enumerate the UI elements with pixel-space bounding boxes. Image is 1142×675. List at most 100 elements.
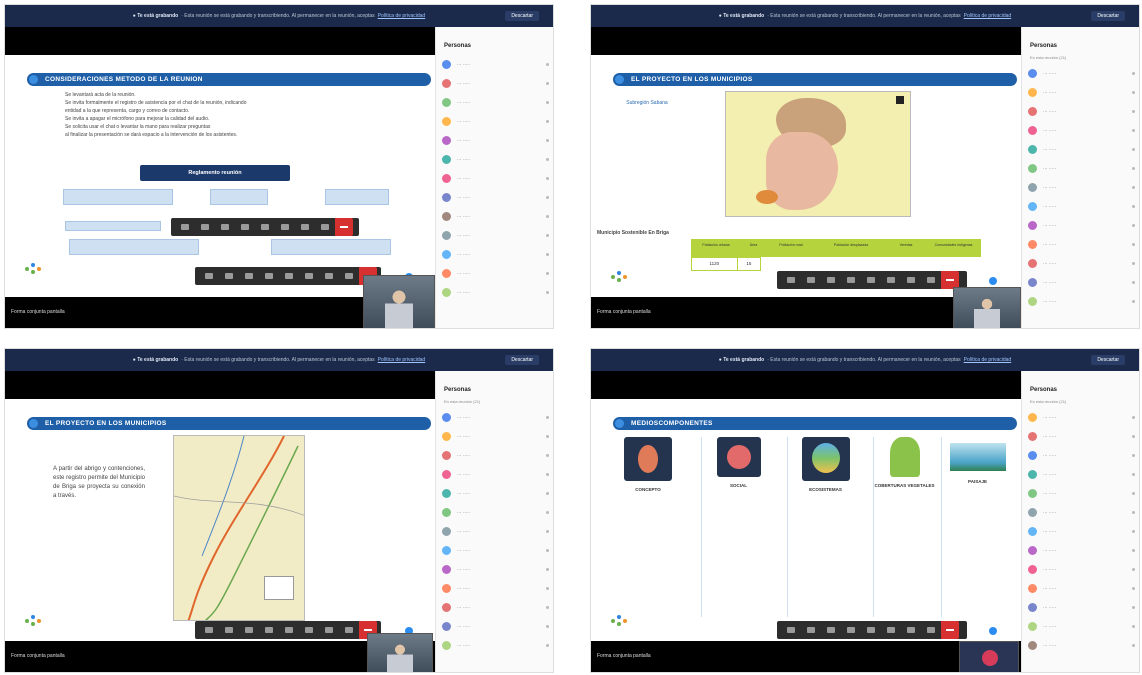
camera-thumbnail[interactable] bbox=[363, 275, 435, 328]
participant-row[interactable]: ··· ····· bbox=[442, 560, 549, 579]
camera-thumbnail[interactable] bbox=[953, 287, 1021, 328]
participant-row[interactable]: ··· ····· bbox=[1028, 121, 1135, 140]
participant-row[interactable]: ··· ····· bbox=[1028, 598, 1135, 617]
participant-row[interactable]: ··· ····· bbox=[1028, 427, 1135, 446]
participant-row[interactable]: ··· ····· bbox=[1028, 235, 1135, 254]
participant-row[interactable]: ··· ····· bbox=[1028, 102, 1135, 121]
dismiss-button[interactable]: Descartar bbox=[1091, 355, 1125, 365]
control-icon[interactable] bbox=[345, 273, 353, 279]
reaction-icon[interactable] bbox=[989, 627, 997, 635]
participant-row[interactable]: ··· ····· bbox=[442, 93, 549, 112]
participant-row[interactable]: ··· ····· bbox=[1028, 64, 1135, 83]
participant-row[interactable]: ··· ····· bbox=[442, 617, 549, 636]
control-icon[interactable] bbox=[285, 627, 293, 633]
control-icon[interactable] bbox=[847, 277, 855, 283]
meeting-controls[interactable] bbox=[777, 271, 967, 289]
privacy-link[interactable]: Política de privacidad bbox=[964, 13, 1012, 19]
participant-row[interactable]: ··· ····· bbox=[1028, 579, 1135, 598]
control-icon[interactable] bbox=[345, 627, 353, 633]
privacy-link[interactable]: Política de privacidad bbox=[378, 357, 426, 363]
toolbar-icon[interactable] bbox=[281, 224, 289, 230]
participant-row[interactable]: ··· ····· bbox=[1028, 159, 1135, 178]
participant-row[interactable]: ··· ····· bbox=[1028, 178, 1135, 197]
meeting-controls[interactable] bbox=[195, 267, 381, 285]
participant-row[interactable]: ··· ····· bbox=[1028, 292, 1135, 311]
toolbar-icon[interactable] bbox=[241, 224, 249, 230]
participant-row[interactable]: ··· ····· bbox=[1028, 541, 1135, 560]
participant-row[interactable]: ··· ····· bbox=[1028, 636, 1135, 655]
control-icon[interactable] bbox=[827, 627, 835, 633]
participant-row[interactable]: ··· ····· bbox=[442, 408, 549, 427]
participant-row[interactable]: ··· ····· bbox=[1028, 522, 1135, 541]
participant-row[interactable]: ··· ····· bbox=[442, 188, 549, 207]
participant-row[interactable]: ··· ····· bbox=[442, 465, 549, 484]
map-close-icon[interactable] bbox=[896, 96, 904, 104]
hang-up-icon[interactable] bbox=[335, 218, 353, 236]
participant-row[interactable]: ··· ····· bbox=[1028, 273, 1135, 292]
control-icon[interactable] bbox=[205, 627, 213, 633]
control-icon[interactable] bbox=[907, 627, 915, 633]
control-icon[interactable] bbox=[827, 277, 835, 283]
participant-row[interactable]: ··· ····· bbox=[442, 245, 549, 264]
control-icon[interactable] bbox=[927, 627, 935, 633]
control-icon[interactable] bbox=[265, 627, 273, 633]
participant-row[interactable]: ··· ····· bbox=[1028, 446, 1135, 465]
participant-row[interactable]: ··· ····· bbox=[1028, 560, 1135, 579]
participant-row[interactable]: ··· ····· bbox=[442, 636, 549, 655]
participant-row[interactable]: ··· ····· bbox=[442, 484, 549, 503]
toolbar-icon[interactable] bbox=[301, 224, 309, 230]
participant-row[interactable]: ··· ····· bbox=[442, 150, 549, 169]
participant-row[interactable]: ··· ····· bbox=[442, 579, 549, 598]
control-icon[interactable] bbox=[225, 627, 233, 633]
control-icon[interactable] bbox=[867, 277, 875, 283]
dismiss-button[interactable]: Descartar bbox=[1091, 11, 1125, 21]
control-icon[interactable] bbox=[807, 277, 815, 283]
participant-row[interactable]: ··· ····· bbox=[1028, 140, 1135, 159]
toolbar-icon[interactable] bbox=[201, 224, 209, 230]
control-icon[interactable] bbox=[325, 273, 333, 279]
control-icon[interactable] bbox=[927, 277, 935, 283]
control-icon[interactable] bbox=[265, 273, 273, 279]
control-icon[interactable] bbox=[225, 273, 233, 279]
toolbar-icon[interactable] bbox=[261, 224, 269, 230]
participant-row[interactable]: ··· ····· bbox=[442, 541, 549, 560]
participant-row[interactable]: ··· ····· bbox=[442, 207, 549, 226]
participant-row[interactable]: ··· ····· bbox=[442, 226, 549, 245]
control-icon[interactable] bbox=[847, 627, 855, 633]
participant-row[interactable]: ··· ····· bbox=[1028, 465, 1135, 484]
participant-row[interactable]: ··· ····· bbox=[442, 503, 549, 522]
participant-row[interactable]: ··· ····· bbox=[1028, 617, 1135, 636]
participant-row[interactable]: ··· ····· bbox=[442, 169, 549, 188]
dismiss-button[interactable]: Descartar bbox=[505, 355, 539, 365]
participant-row[interactable]: ··· ····· bbox=[442, 131, 549, 150]
participant-row[interactable]: ··· ····· bbox=[442, 264, 549, 283]
participant-row[interactable]: ··· ····· bbox=[442, 74, 549, 93]
control-icon[interactable] bbox=[807, 627, 815, 633]
participant-row[interactable]: ··· ····· bbox=[442, 427, 549, 446]
camera-thumbnail[interactable] bbox=[959, 641, 1019, 672]
meeting-controls[interactable] bbox=[777, 621, 967, 639]
camera-thumbnail[interactable] bbox=[367, 633, 433, 672]
leave-call-icon[interactable] bbox=[941, 621, 959, 639]
participant-row[interactable]: ··· ····· bbox=[442, 112, 549, 131]
control-icon[interactable] bbox=[245, 273, 253, 279]
participant-row[interactable]: ··· ····· bbox=[1028, 197, 1135, 216]
participant-row[interactable]: ··· ····· bbox=[1028, 83, 1135, 102]
privacy-link[interactable]: Política de privacidad bbox=[964, 357, 1012, 363]
control-icon[interactable] bbox=[887, 277, 895, 283]
control-icon[interactable] bbox=[787, 627, 795, 633]
participant-row[interactable]: ··· ····· bbox=[442, 522, 549, 541]
toolbar-icon[interactable] bbox=[321, 224, 329, 230]
participant-row[interactable]: ··· ····· bbox=[1028, 503, 1135, 522]
presenter-toolbar[interactable] bbox=[171, 218, 359, 236]
control-icon[interactable] bbox=[907, 277, 915, 283]
control-icon[interactable] bbox=[285, 273, 293, 279]
participant-row[interactable]: ··· ····· bbox=[442, 55, 549, 74]
participant-row[interactable]: ··· ····· bbox=[1028, 216, 1135, 235]
control-icon[interactable] bbox=[787, 277, 795, 283]
participant-row[interactable]: ··· ····· bbox=[442, 446, 549, 465]
participant-row[interactable]: ··· ····· bbox=[442, 598, 549, 617]
control-icon[interactable] bbox=[305, 627, 313, 633]
toolbar-icon[interactable] bbox=[181, 224, 189, 230]
participant-row[interactable]: ··· ····· bbox=[1028, 408, 1135, 427]
